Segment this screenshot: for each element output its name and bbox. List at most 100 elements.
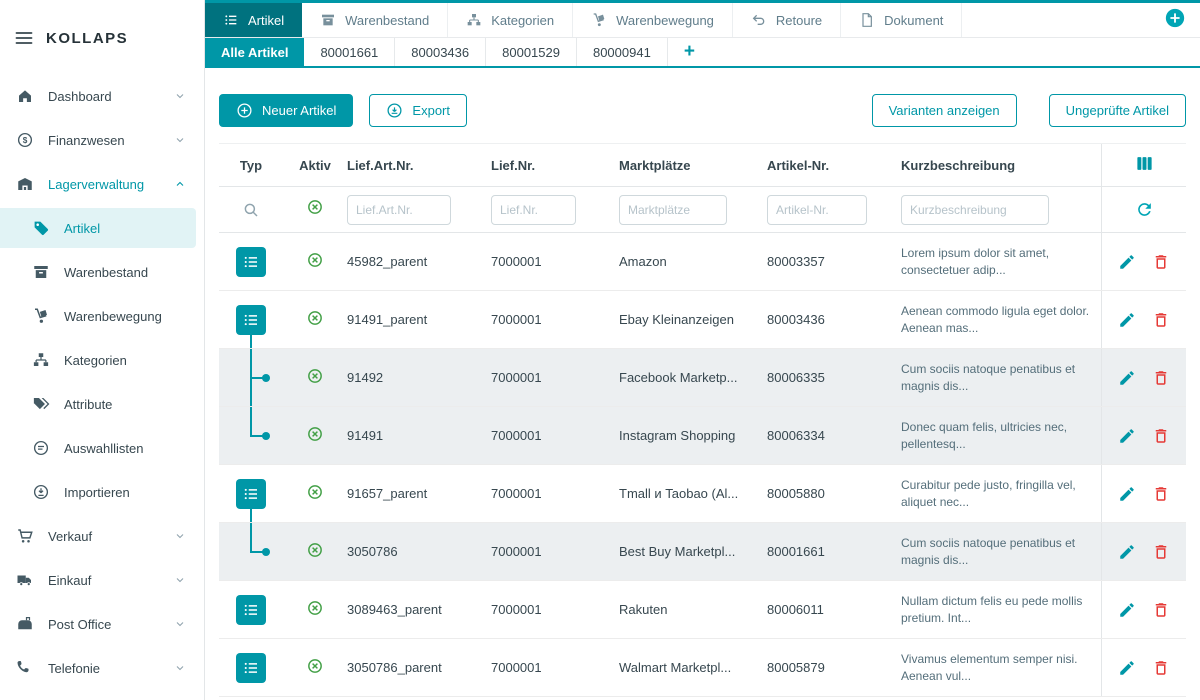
add-tab-button[interactable]: [1164, 7, 1186, 34]
edit-button[interactable]: [1118, 253, 1136, 271]
show-variants-button[interactable]: Varianten anzeigen: [872, 94, 1017, 127]
active-toggle[interactable]: [306, 251, 324, 272]
table-row: 45982_parent7000001Amazon80003357Lorem i…: [219, 233, 1186, 291]
list-icon: [242, 253, 260, 271]
active-toggle[interactable]: [306, 599, 324, 620]
active-toggle[interactable]: [306, 541, 324, 562]
artikel-nr-cell: 80006011: [767, 581, 901, 638]
tab-retoure[interactable]: Retoure: [733, 3, 841, 37]
subtab-80001661[interactable]: 80001661: [304, 38, 395, 66]
article-type-button[interactable]: [236, 305, 266, 335]
edit-button[interactable]: [1118, 543, 1136, 561]
tab-label: Artikel: [248, 13, 284, 28]
sidebar-item-dashboard[interactable]: Dashboard: [0, 76, 196, 116]
sidebar-item-importieren[interactable]: Importieren: [0, 472, 196, 512]
filter-cell: [491, 187, 619, 232]
active-toggle[interactable]: [306, 309, 324, 330]
list-icon: [242, 601, 260, 619]
home-icon: [16, 87, 34, 105]
edit-button[interactable]: [1118, 369, 1136, 387]
edit-button[interactable]: [1118, 427, 1136, 445]
sidebar-item-lagerverwaltung[interactable]: Lagerverwaltung: [0, 164, 196, 204]
subtab-80001529[interactable]: 80001529: [486, 38, 577, 66]
sidebar-item-label: Telefonie: [48, 661, 100, 676]
sidebar-item-verkauf[interactable]: Verkauf: [0, 516, 196, 556]
row-actions: [1101, 523, 1186, 580]
sub-tab-bar: Alle Artikel8000166180003436 80001529 8000…: [205, 38, 1200, 68]
lief-nr-cell: 7000001: [491, 407, 619, 464]
pencil-icon: [1118, 311, 1136, 329]
active-cell: [283, 581, 347, 638]
sidebar-item-auswahllisten[interactable]: Auswahllisten: [0, 428, 196, 468]
artikel-nr-cell: 80006334: [767, 407, 901, 464]
delete-button[interactable]: [1152, 311, 1170, 329]
sidebar-item-label: Dashboard: [48, 89, 112, 104]
sidebar-item-attribute[interactable]: Attribute: [0, 384, 196, 424]
column-header-artikel-nr: Artikel-Nr.: [767, 144, 901, 186]
delete-button[interactable]: [1152, 601, 1170, 619]
sidebar-item-warenbestand[interactable]: Warenbestand: [0, 252, 196, 292]
sidebar-item-einkauf[interactable]: Einkauf: [0, 560, 196, 600]
edit-button[interactable]: [1118, 311, 1136, 329]
type-cell: [219, 233, 283, 290]
sidebar-item-warenbewegung[interactable]: Warenbewegung: [0, 296, 196, 336]
article-type-button[interactable]: [236, 479, 266, 509]
add-subtab-button[interactable]: +: [668, 38, 711, 66]
subtab-label: 80001529: [502, 45, 560, 60]
delete-button[interactable]: [1152, 543, 1170, 561]
row-actions: [1101, 639, 1186, 696]
active-toggle[interactable]: [306, 425, 324, 446]
subtab-alle-artikel[interactable]: Alle Artikel: [205, 38, 304, 66]
subtab-80000941[interactable]: 80000941: [577, 38, 668, 66]
lief-art-nr-cell: 91657_parent: [347, 465, 491, 522]
subtab-80003436[interactable]: 80003436: [395, 38, 486, 66]
delete-button[interactable]: [1152, 659, 1170, 677]
active-cell: [283, 291, 347, 348]
sidebar-item-post-office[interactable]: Post Office: [0, 604, 196, 644]
article-type-button[interactable]: [236, 595, 266, 625]
active-toggle[interactable]: [306, 657, 324, 678]
active-toggle[interactable]: [306, 483, 324, 504]
active-filter-toggle[interactable]: [306, 198, 324, 221]
menu-icon[interactable]: [14, 28, 34, 48]
delete-button[interactable]: [1152, 485, 1170, 503]
document-icon: [859, 12, 875, 28]
tab-warenbestand[interactable]: Warenbestand: [302, 3, 448, 37]
refresh-icon[interactable]: [1135, 200, 1154, 219]
filter-lief-art-nr-input[interactable]: [347, 195, 451, 225]
unchecked-articles-button[interactable]: Ungeprüfte Artikel: [1049, 94, 1186, 127]
article-type-button[interactable]: [236, 247, 266, 277]
active-toggle[interactable]: [306, 367, 324, 388]
artikel-nr-cell: 80003357: [767, 233, 901, 290]
tab-artikel[interactable]: Artikel: [205, 3, 302, 37]
article-type-button[interactable]: [236, 653, 266, 683]
delete-button[interactable]: [1152, 369, 1170, 387]
filter-marktplaetze-input[interactable]: [619, 195, 727, 225]
tab-dokument[interactable]: Dokument: [841, 3, 962, 37]
content: Neuer Artikel Export Varianten anzeigen …: [205, 68, 1200, 700]
artikel-nr-cell: 80006335: [767, 349, 901, 406]
sidebar-item-finanzwesen[interactable]: $Finanzwesen: [0, 120, 196, 160]
tab-warenbewegung[interactable]: Warenbewegung: [573, 3, 733, 37]
selectlist-icon: [32, 439, 50, 457]
edit-button[interactable]: [1118, 485, 1136, 503]
sidebar-item-telefonie[interactable]: Telefonie: [0, 648, 196, 688]
edit-button[interactable]: [1118, 659, 1136, 677]
new-article-button[interactable]: Neuer Artikel: [219, 94, 353, 127]
export-button[interactable]: Export: [369, 94, 467, 127]
list-icon: [242, 659, 260, 677]
tab-kategorien[interactable]: Kategorien: [448, 3, 573, 37]
filter-kurzbeschreibung-input[interactable]: [901, 195, 1049, 225]
delete-button[interactable]: [1152, 253, 1170, 271]
list-icon: [242, 311, 260, 329]
delete-button[interactable]: [1152, 427, 1170, 445]
table-row: 30507867000001Best Buy Marketpl...800016…: [219, 523, 1186, 581]
filter-lief-nr-input[interactable]: [491, 195, 576, 225]
tree-connector: [250, 407, 252, 436]
edit-button[interactable]: [1118, 601, 1136, 619]
column-settings-button[interactable]: [1135, 154, 1154, 176]
marktplatz-cell: Rakuten: [619, 581, 767, 638]
filter-artikel-nr-input[interactable]: [767, 195, 867, 225]
sidebar-item-artikel[interactable]: Artikel: [0, 208, 196, 248]
sidebar-item-kategorien[interactable]: Kategorien: [0, 340, 196, 380]
